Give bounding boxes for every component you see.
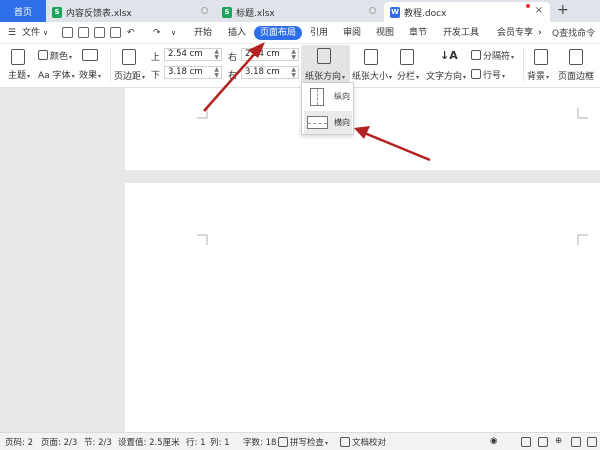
export-icon[interactable] bbox=[78, 27, 89, 38]
theme-button[interactable]: 主题▾ bbox=[8, 68, 30, 81]
tab-label: 教程.docx bbox=[404, 8, 447, 19]
read-view-icon[interactable] bbox=[571, 437, 581, 447]
text-direction-icon: ↓A bbox=[440, 49, 458, 62]
menu-references[interactable]: 引用 bbox=[310, 26, 328, 40]
unsaved-dot-icon bbox=[526, 4, 530, 8]
paper-size-icon bbox=[364, 49, 378, 65]
right-margin-input[interactable]: 3.18 cm ▲ ▼ bbox=[241, 66, 299, 79]
print-icon[interactable] bbox=[94, 27, 105, 38]
menu-home[interactable]: 开始 bbox=[194, 26, 212, 40]
top-margin-label: 上 bbox=[151, 53, 161, 63]
background-button[interactable]: 背景▾ bbox=[527, 69, 549, 82]
tab-label: 内容反馈表.xlsx bbox=[66, 8, 132, 19]
color-button[interactable]: 颜色▾ bbox=[38, 49, 72, 62]
menu-chapter[interactable]: 章节 bbox=[409, 26, 427, 40]
status-row: 行: 1 bbox=[186, 438, 206, 448]
page-border-icon bbox=[569, 49, 583, 65]
spreadsheet-icon: S bbox=[222, 6, 232, 18]
tab-title-xlsx[interactable]: S 标题.xlsx bbox=[216, 2, 384, 22]
menu-view[interactable]: 视图 bbox=[376, 26, 394, 40]
close-icon[interactable]: × bbox=[535, 5, 543, 16]
more-menu-icon[interactable]: › bbox=[538, 26, 542, 40]
status-word-count[interactable]: 字数: 18 bbox=[243, 436, 276, 448]
new-tab-button[interactable]: + bbox=[557, 2, 569, 18]
line-number-button[interactable]: 行号▾ bbox=[471, 68, 505, 81]
menu-insert[interactable]: 插入 bbox=[228, 26, 246, 40]
background-icon bbox=[534, 49, 548, 65]
proofread-button[interactable]: 文档校对 bbox=[352, 436, 386, 448]
effect-icon bbox=[82, 49, 98, 61]
zoom-icon[interactable] bbox=[587, 437, 597, 447]
proofread-icon bbox=[340, 437, 350, 447]
status-setting: 设置值: 2.5厘米 bbox=[118, 438, 180, 448]
menu-page-layout[interactable]: 页面布局 bbox=[254, 26, 303, 40]
columns-icon bbox=[400, 49, 414, 65]
menu-bar: ☰ 文件 ∨ ↶ ↷ ∨ 开始 插入 页面布局 引用 审阅 视图 章节 开发工具… bbox=[0, 22, 600, 44]
menu-member[interactable]: 会员专享 bbox=[497, 26, 533, 40]
page-2[interactable] bbox=[125, 183, 600, 432]
eye-protection-icon[interactable]: ◉ bbox=[490, 436, 497, 446]
tab-tutorial-docx[interactable]: W 教程.docx × bbox=[384, 2, 550, 22]
tab-label: 标题.xlsx bbox=[236, 8, 275, 19]
status-col: 列: 1 bbox=[210, 438, 230, 448]
paper-size-button[interactable]: 纸张大小▾ bbox=[352, 69, 392, 82]
spell-check-button[interactable]: 拼写检查▾ bbox=[290, 436, 328, 448]
search-command[interactable]: Q查找命令 bbox=[552, 26, 595, 39]
preview-icon[interactable] bbox=[110, 27, 121, 38]
columns-button[interactable]: 分栏▾ bbox=[397, 69, 419, 82]
outline-view-icon[interactable] bbox=[538, 437, 548, 447]
tab-bar: 首页 S 内容反馈表.xlsx S 标题.xlsx W 教程.docx × bbox=[0, 0, 600, 22]
portrait-option[interactable]: 纵向 bbox=[304, 85, 352, 108]
ribbon: 主题▾ 颜色▾ Aa 字体▾ 效果▾ 页边距▾ 上 2.54 cm ▲ ▼ 下 3.… bbox=[0, 44, 600, 88]
web-view-icon[interactable]: ⊕ bbox=[555, 436, 562, 446]
undo-icon[interactable]: ↶ bbox=[127, 26, 135, 40]
spreadsheet-icon: S bbox=[52, 6, 62, 18]
save-icon[interactable] bbox=[62, 27, 73, 38]
text-direction-button[interactable]: 文字方向▾ bbox=[426, 69, 466, 82]
separator-icon bbox=[471, 50, 481, 60]
page-border-button[interactable]: 页面边框 bbox=[558, 69, 594, 82]
left-margin-input[interactable]: 2.54 cm ▲ ▼ bbox=[241, 48, 299, 61]
line-number-icon bbox=[471, 69, 481, 79]
margin-icon bbox=[122, 49, 136, 65]
theme-icon bbox=[11, 49, 25, 65]
pin-icon[interactable] bbox=[201, 7, 208, 14]
orientation-icon bbox=[317, 48, 331, 64]
menu-review[interactable]: 审阅 bbox=[343, 26, 361, 40]
tab-home[interactable]: 首页 bbox=[0, 0, 46, 22]
right-label: 右 bbox=[228, 71, 238, 81]
orientation-dropdown: 纵向 横向 bbox=[301, 82, 354, 135]
landscape-option[interactable]: 横向 bbox=[304, 111, 352, 134]
top-margin-input[interactable]: 2.54 cm ▲ ▼ bbox=[164, 48, 222, 61]
effect-button[interactable]: 效果▾ bbox=[79, 68, 101, 81]
page-view-icon[interactable] bbox=[521, 437, 531, 447]
pin-icon[interactable] bbox=[369, 7, 376, 14]
status-section: 节: 2/3 bbox=[84, 438, 112, 448]
portrait-page-icon bbox=[310, 88, 324, 106]
redo-icon[interactable]: ↷ bbox=[153, 26, 161, 40]
font-aa-icon: Aa bbox=[38, 71, 53, 81]
status-page-number: 页码: 2 bbox=[5, 438, 33, 448]
spell-check-icon bbox=[278, 437, 288, 447]
menu-developer[interactable]: 开发工具 bbox=[443, 26, 479, 40]
bottom-margin-input[interactable]: 3.18 cm ▲ ▼ bbox=[164, 66, 222, 79]
page-1[interactable] bbox=[125, 88, 600, 170]
landscape-page-icon bbox=[307, 116, 328, 129]
status-pages: 页面: 2/3 bbox=[41, 438, 78, 448]
chevron-down-icon[interactable]: ∨ bbox=[43, 26, 48, 40]
bottom-margin-label: 下 bbox=[151, 71, 161, 81]
font-button[interactable]: Aa 字体▾ bbox=[38, 68, 75, 81]
palette-icon bbox=[38, 50, 48, 60]
tab-feedback-xlsx[interactable]: S 内容反馈表.xlsx bbox=[46, 2, 216, 22]
word-doc-icon: W bbox=[390, 6, 400, 18]
chevron-down-icon[interactable]: ∨ bbox=[171, 26, 176, 40]
menu-file[interactable]: 文件 bbox=[22, 26, 40, 40]
right-margin-label: 右 bbox=[228, 53, 238, 63]
hamburger-icon[interactable]: ☰ bbox=[8, 26, 16, 40]
margin-button[interactable]: 页边距▾ bbox=[114, 69, 145, 82]
orientation-button[interactable]: 纸张方向▾ bbox=[305, 69, 345, 82]
separator-button[interactable]: 分隔符▾ bbox=[471, 49, 514, 62]
status-bar: 页码: 2 页面: 2/3 节: 2/3 设置值: 2.5厘米 行: 1 列: … bbox=[0, 432, 600, 450]
